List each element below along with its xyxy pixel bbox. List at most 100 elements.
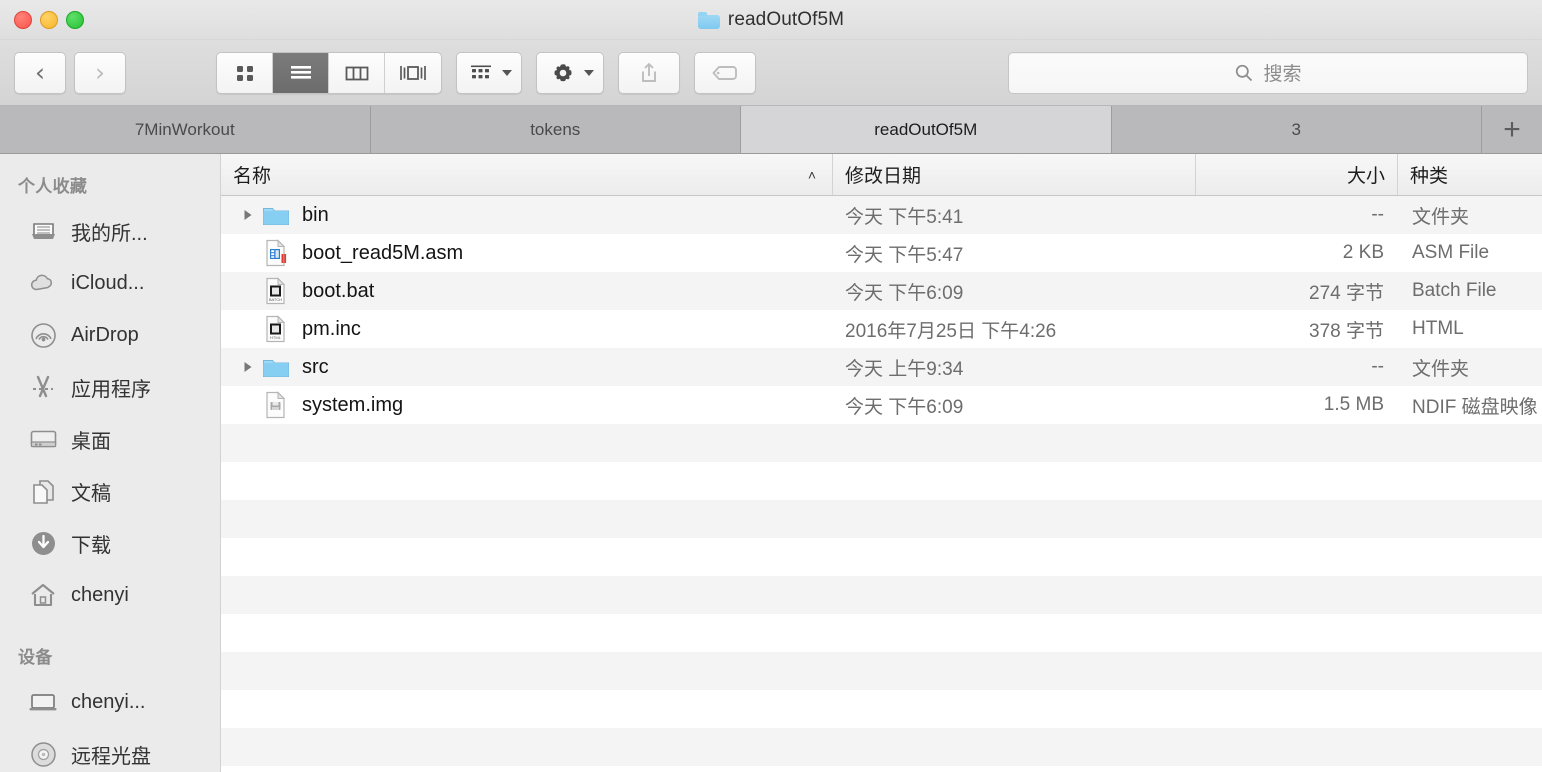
sidebar-item-label: 我的所...: [71, 222, 148, 245]
laptop-icon: [28, 687, 58, 717]
file-date-cell: 今天 下午6:09: [845, 282, 964, 304]
sidebar-item-downloads[interactable]: 下载: [0, 517, 220, 569]
columns-icon: [345, 66, 368, 80]
sidebar-item-home[interactable]: chenyi: [0, 569, 220, 621]
search-icon: [1236, 64, 1253, 81]
empty-row: [221, 652, 1542, 690]
sidebar-item-all-my-files[interactable]: 我的所...: [0, 205, 220, 257]
search-placeholder: 搜索: [1263, 64, 1302, 85]
sidebar-section-favorites-title: 个人收藏: [18, 177, 88, 196]
column-header-kind[interactable]: 种类: [1398, 154, 1542, 195]
disclosure-triangle-icon[interactable]: [235, 208, 261, 222]
empty-row: [221, 728, 1542, 766]
sidebar-item-icloud[interactable]: iCloud...: [0, 257, 220, 309]
action-gear-button[interactable]: [536, 51, 604, 94]
sidebar-item-documents[interactable]: 文稿: [0, 465, 220, 517]
tab-7minworkout[interactable]: 7MinWorkout: [0, 106, 371, 153]
gear-icon: [554, 63, 572, 81]
sidebar-item-label: iCloud...: [71, 271, 145, 294]
list-lines-icon: [290, 65, 311, 79]
column-header-name-label: 名称: [233, 166, 272, 187]
window-title-text: readOutOf5M: [727, 9, 845, 30]
sidebar-item-applications[interactable]: 应用程序: [0, 361, 220, 413]
empty-row: [221, 538, 1542, 576]
chevron-down-icon: [584, 69, 594, 76]
desktop-icon: [28, 424, 58, 454]
new-tab-button[interactable]: +: [1482, 106, 1542, 153]
empty-row: [221, 424, 1542, 462]
file-name-cell: system.img: [221, 391, 833, 419]
tag-icon: [712, 65, 737, 80]
file-size-cell: 378 字节: [1309, 320, 1384, 342]
icon-view-button[interactable]: [217, 52, 273, 93]
empty-row: [221, 766, 1542, 772]
sidebar-item-label: 下载: [71, 534, 111, 557]
disclosure-triangle-icon[interactable]: [235, 360, 261, 374]
table-row[interactable]: boot_read5M.asm 今天 下午5:47 2 KB ASM File: [221, 234, 1542, 272]
file-rows: bin 今天 下午5:41 -- 文件夹 boot_read5M.asm 今天 …: [221, 196, 1542, 772]
sidebar-section-devices-title: 设备: [18, 648, 53, 667]
forward-button[interactable]: ›: [74, 51, 126, 94]
empty-row: [221, 462, 1542, 500]
sidebar-item-desktop[interactable]: 桌面: [0, 413, 220, 465]
column-view-button[interactable]: [329, 52, 385, 93]
icloud-icon: [28, 268, 58, 298]
file-kind-cell: 文件夹: [1412, 358, 1470, 380]
file-list: 名称 ˄ 修改日期 大小 种类 bin 今天 下午5:41 -- 文件夹 boo…: [221, 154, 1542, 772]
list-view-button[interactable]: [273, 52, 329, 93]
toolbar: ‹ › 搜索: [0, 40, 1542, 106]
tab-readoutof5m[interactable]: readOutOf5M: [741, 106, 1112, 153]
navigation-button-group: ‹ ›: [14, 51, 126, 94]
tab-tokens[interactable]: tokens: [370, 106, 741, 153]
table-row[interactable]: HTML pm.inc 2016年7月25日 下午4:26 378 字节 HTM…: [221, 310, 1542, 348]
file-date-cell: 今天 上午9:34: [845, 358, 964, 380]
file-kind-cell: Batch File: [1412, 280, 1497, 301]
tag-button[interactable]: [694, 51, 756, 94]
sidebar-item-airdrop[interactable]: AirDrop: [0, 309, 220, 361]
file-name-cell: bin: [221, 204, 833, 227]
column-header-row: 名称 ˄ 修改日期 大小 种类: [221, 154, 1542, 196]
sidebar-item-label: AirDrop: [71, 323, 139, 346]
tab-3[interactable]: 3: [1111, 106, 1482, 153]
all-my-files-icon: [28, 216, 58, 246]
search-field[interactable]: 搜索: [1008, 51, 1528, 94]
sort-caret-icon: ˄: [807, 166, 816, 183]
column-header-size[interactable]: 大小: [1196, 154, 1398, 195]
share-icon: [642, 62, 656, 82]
column-header-date[interactable]: 修改日期: [833, 154, 1196, 195]
table-row[interactable]: bin 今天 下午5:41 -- 文件夹: [221, 196, 1542, 234]
file-date-cell: 今天 下午5:41: [845, 206, 964, 228]
sidebar-item-label: chenyi...: [71, 690, 146, 713]
grid-icon: [236, 65, 253, 81]
empty-row: [221, 614, 1542, 652]
sidebar-item-label: 文稿: [71, 482, 111, 505]
file-name-text: system.img: [302, 393, 404, 416]
table-row[interactable]: src 今天 上午9:34 -- 文件夹: [221, 348, 1542, 386]
file-kind-cell: NDIF 磁盘映像: [1412, 396, 1538, 418]
arrange-by-button[interactable]: [456, 51, 522, 94]
coverflow-view-button[interactable]: [385, 53, 441, 93]
arrange-icon: [471, 65, 491, 78]
table-row[interactable]: BATCH boot.bat 今天 下午6:09 274 字节 Batch Fi…: [221, 272, 1542, 310]
view-mode-group: [216, 51, 442, 94]
sidebar-item-label: 桌面: [71, 430, 111, 453]
html-file-icon: HTML: [261, 315, 291, 343]
sidebar-item-label: chenyi: [71, 583, 129, 606]
svg-text:HTML: HTML: [270, 335, 282, 340]
file-size-cell: 2 KB: [1342, 242, 1384, 263]
file-kind-cell: HTML: [1412, 318, 1464, 339]
sidebar-item-remote-disc[interactable]: 远程光盘: [0, 728, 220, 772]
finder-window: readOutOf5M ‹ › 搜索 7MinWorkout tokens re…: [0, 0, 1542, 772]
sidebar-item-laptop[interactable]: chenyi...: [0, 676, 220, 728]
empty-row: [221, 576, 1542, 614]
back-button[interactable]: ‹: [14, 51, 66, 94]
batch-file-icon: BATCH: [261, 277, 291, 305]
column-header-name[interactable]: 名称 ˄: [221, 154, 833, 195]
window-body: 个人收藏 我的所... iCloud... AirDrop 应用程序 桌面 文稿…: [0, 154, 1542, 772]
folder-icon: [697, 11, 720, 29]
file-size-cell: --: [1371, 204, 1384, 225]
table-row[interactable]: system.img 今天 下午6:09 1.5 MB NDIF 磁盘映像: [221, 386, 1542, 424]
share-button[interactable]: [618, 51, 680, 94]
documents-icon: [28, 476, 58, 506]
file-name-cell: HTML pm.inc: [221, 315, 833, 343]
